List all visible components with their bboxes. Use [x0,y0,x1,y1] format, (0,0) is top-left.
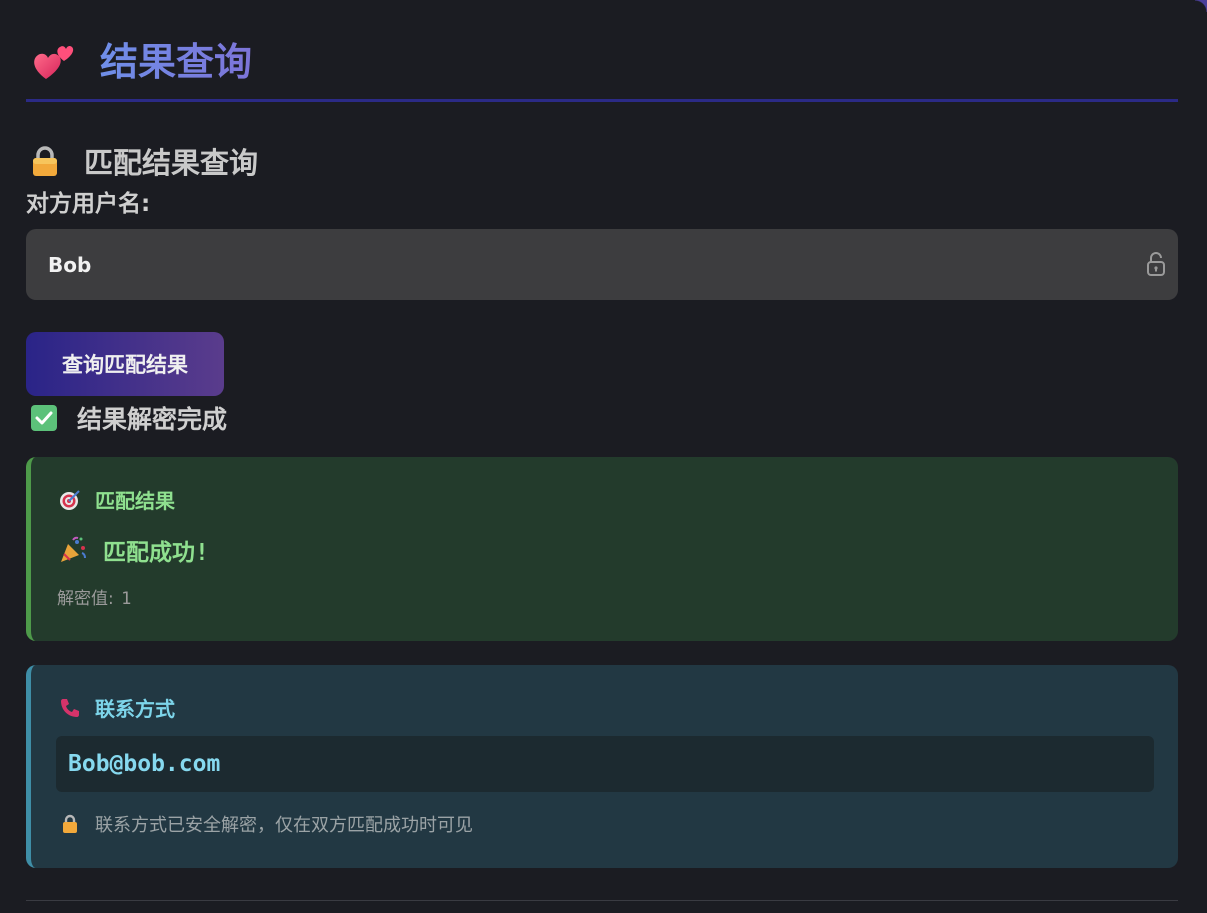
page-header: 结果查询 [26,30,1178,102]
contact-note: 联系方式已安全解密，仅在双方匹配成功时可见 [61,811,473,837]
decrypt-value: 1 [121,589,132,609]
page: 结果查询 匹配结果查询 对方用户名: Bob 查询匹配结果 结果解密完成 匹配结… [0,0,1207,913]
contact-info-card: 联系方式 Bob@bob.com 联系方式已安全解密，仅在双方匹配成功时可见 [26,665,1178,868]
contact-note-text: 联系方式已安全解密，仅在双方匹配成功时可见 [95,815,473,836]
username-input[interactable]: Bob [26,229,1178,300]
match-success-text: 匹配成功! [103,540,209,566]
contact-email: Bob@bob.com [68,751,221,777]
window-corner [1195,0,1207,12]
match-result-card: 匹配结果 匹配成功! 解密值: 1 [26,457,1178,641]
username-value: Bob [48,252,92,277]
bottom-divider [26,900,1178,901]
check-icon [31,405,57,431]
contact-card-title: 联系方式 [95,697,175,721]
contact-card-header: 联系方式 [59,693,175,722]
target-icon [60,489,80,510]
status-message: 结果解密完成 [31,400,227,436]
party-popper-icon [61,536,86,562]
contact-email-box: Bob@bob.com [56,736,1154,792]
unlock-icon[interactable] [1146,251,1166,277]
phone-icon [61,698,79,717]
two-hearts-icon [34,45,74,79]
decrypt-label: 解密值: [57,589,114,609]
page-title: 结果查询 [100,31,252,86]
decrypt-value-line: 解密值: 1 [57,584,131,609]
query-match-button[interactable]: 查询匹配结果 [26,332,224,396]
status-text: 结果解密完成 [77,405,228,434]
section-title: 匹配结果查询 [84,146,259,180]
result-card-header: 匹配结果 [59,485,175,514]
match-success-line: 匹配成功! [59,533,209,567]
lock-icon [33,146,57,176]
result-card-title: 匹配结果 [95,489,175,513]
username-label: 对方用户名: [26,191,151,217]
lock-icon [63,814,77,833]
section-heading: 匹配结果查询 [30,140,258,182]
